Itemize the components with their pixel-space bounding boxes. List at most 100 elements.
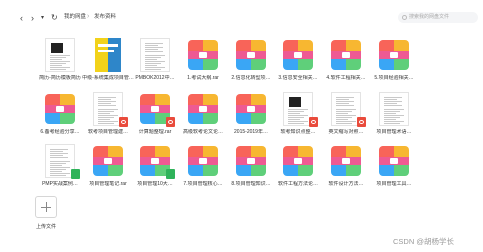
file-name: 软考项目管理建… <box>87 129 128 135</box>
file-item[interactable]: 项目管理10大… <box>130 144 180 200</box>
file-name: 7.项目管理核心… <box>183 181 223 187</box>
file-item[interactable]: 2.信息化转型项… <box>226 38 276 94</box>
breadcrumb-separator-icon: › <box>87 13 90 20</box>
file-thumbnail <box>138 92 175 127</box>
file-thumbnail <box>234 38 268 72</box>
file-item[interactable]: 3.信息安全相关… <box>273 38 323 94</box>
document-thumbnail-icon <box>45 38 75 72</box>
archive-icon <box>236 94 266 124</box>
file-thumbnail <box>186 144 220 178</box>
file-name: 5.项目经验相关… <box>374 75 414 81</box>
file-name: 中级-系统集成项目管… <box>82 75 134 81</box>
spreadsheet-icon <box>71 169 80 179</box>
file-name: 软考知识点整… <box>280 129 316 135</box>
search-input[interactable]: 搜索我的网盘文件 <box>409 14 449 21</box>
archive-icon <box>236 146 266 176</box>
file-thumbnail <box>186 38 220 72</box>
file-thumbnail <box>43 38 77 72</box>
file-thumbnail <box>281 92 318 127</box>
file-thumbnail <box>91 38 125 72</box>
file-thumbnail <box>329 38 363 72</box>
file-thumbnail <box>234 92 268 126</box>
file-thumbnail <box>329 92 366 127</box>
file-item[interactable]: 软件设计方法… <box>321 144 371 200</box>
file-name: PMP实战案例… <box>42 181 78 187</box>
search-icon <box>402 15 407 20</box>
archive-icon <box>45 94 75 124</box>
forward-icon[interactable]: › <box>31 13 34 23</box>
file-name: 2015-2019年… <box>234 129 268 135</box>
file-thumbnail <box>377 38 411 72</box>
file-item[interactable]: 4.软件工程相关… <box>321 38 371 94</box>
upload-button[interactable] <box>35 196 57 218</box>
pdf-icon <box>166 117 175 127</box>
document-thumbnail-icon <box>140 38 170 72</box>
file-thumbnail <box>186 92 220 126</box>
file-item[interactable]: PMP实战案例… <box>35 144 85 200</box>
watermark: CSDN @胡杨学长 <box>393 237 454 246</box>
pdf-icon <box>119 117 128 127</box>
file-name: 2.信息化转型项… <box>231 75 271 81</box>
file-item[interactable]: 英文缩写对照… <box>321 92 371 148</box>
archive-icon <box>93 146 123 176</box>
file-thumbnail <box>91 144 125 178</box>
breadcrumb-root[interactable]: 我的网盘 <box>64 14 86 21</box>
file-name: 英文缩写对照… <box>328 129 364 135</box>
archive-icon <box>283 40 313 70</box>
file-item[interactable]: 简历-简历模板简历 <box>35 38 85 94</box>
file-item[interactable]: 高级软考论文论… <box>178 92 228 148</box>
search-box[interactable]: 搜索我的网盘文件 <box>398 12 478 23</box>
archive-icon <box>379 40 409 70</box>
archive-icon <box>283 146 313 176</box>
file-thumbnail <box>138 144 175 179</box>
file-thumbnail <box>91 92 128 127</box>
file-item[interactable]: 软件工程方法论… <box>273 144 323 200</box>
file-thumbnail <box>234 144 268 178</box>
file-item[interactable]: 软考项目管理建… <box>83 92 133 148</box>
file-name: 简历-简历模板简历 <box>39 75 81 81</box>
chevron-down-icon[interactable]: ▾ <box>41 13 44 23</box>
file-name: 8.项目管理知识… <box>231 181 271 187</box>
file-item[interactable]: PMBOK2012中… <box>130 38 180 94</box>
archive-icon <box>236 40 266 70</box>
file-item[interactable]: 7.项目管理核心… <box>178 144 228 200</box>
file-item[interactable]: 中级-系统集成项目管… <box>82 38 134 94</box>
file-name: 4.软件工程相关… <box>326 75 366 81</box>
file-name: 高级软考论文论… <box>182 129 223 135</box>
file-item[interactable]: 计算题整理.rar <box>130 92 180 148</box>
file-item[interactable]: 项目管理工具… <box>369 144 419 200</box>
file-item[interactable]: 6.备考经验分享… <box>35 92 85 148</box>
pdf-icon <box>309 117 318 127</box>
file-thumbnail <box>281 38 315 72</box>
file-name: 3.信息安全相关… <box>278 75 318 81</box>
file-thumbnail <box>377 144 411 178</box>
file-thumbnail <box>138 38 172 72</box>
file-item[interactable]: 项目管理术语… <box>369 92 419 148</box>
file-name: 项目管理工具… <box>376 181 412 187</box>
file-thumbnail <box>377 92 411 126</box>
file-item[interactable]: 2015-2019年… <box>226 92 276 148</box>
file-thumbnail <box>329 144 363 178</box>
spreadsheet-icon <box>166 169 175 179</box>
file-item[interactable]: 1.考试大纲.rar <box>178 38 228 94</box>
archive-icon <box>331 40 361 70</box>
file-thumbnail <box>281 144 315 178</box>
file-name: 项目管理笔记.rar <box>89 181 127 187</box>
file-name: 项目管理10大… <box>137 181 173 187</box>
archive-icon <box>331 146 361 176</box>
file-item[interactable]: 项目管理笔记.rar <box>83 144 133 200</box>
file-name: 项目管理术语… <box>376 129 412 135</box>
toolbar: ‹ › ▾ ↻ 我的网盘 › 发布资料 搜索我的网盘文件 <box>0 0 483 36</box>
archive-icon <box>379 146 409 176</box>
file-name: 6.备考经验分享… <box>40 129 80 135</box>
pdf-icon <box>357 117 366 127</box>
file-name: 软件设计方法… <box>328 181 364 187</box>
file-item[interactable]: 5.项目经验相关… <box>369 38 419 94</box>
refresh-icon[interactable]: ↻ <box>51 13 58 23</box>
back-icon[interactable]: ‹ <box>20 13 23 23</box>
file-name: 软件工程方法论… <box>277 181 318 187</box>
file-item[interactable]: 8.项目管理知识… <box>226 144 276 200</box>
breadcrumb-current: 发布资料 <box>94 14 117 20</box>
file-name: 1.考试大纲.rar <box>187 75 219 81</box>
file-item[interactable]: 软考知识点整… <box>273 92 323 148</box>
